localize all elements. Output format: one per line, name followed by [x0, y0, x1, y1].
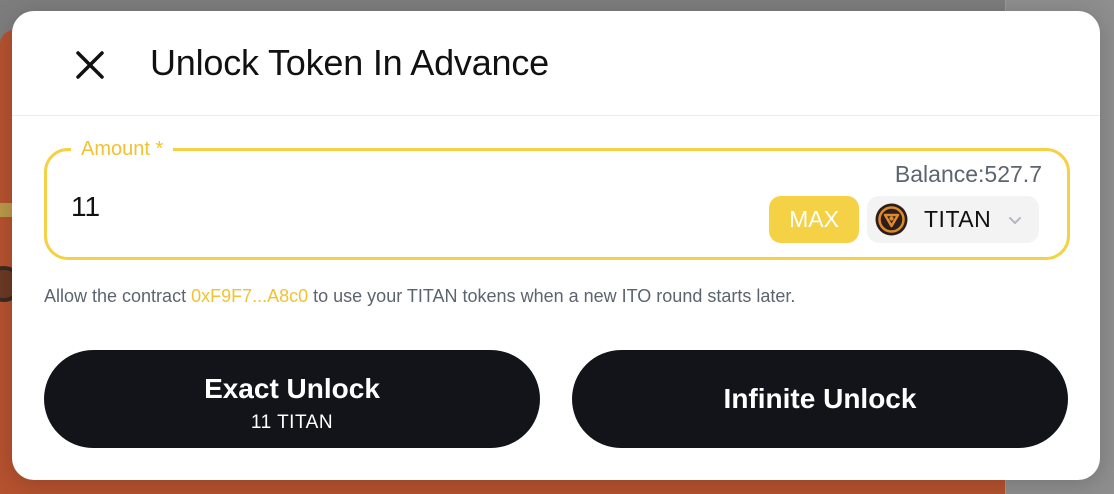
infinite-unlock-button[interactable]: Infinite Unlock [572, 350, 1068, 448]
exact-unlock-amount: 11 TITAN [250, 412, 334, 433]
background-fragment [0, 203, 12, 217]
close-button[interactable] [68, 43, 112, 87]
max-button[interactable]: MAX [769, 196, 859, 243]
description-prefix: Allow the contract [44, 286, 192, 306]
titan-token-icon [875, 203, 908, 236]
modal-header: Unlock Token In Advance [12, 11, 1100, 116]
modal-title: Unlock Token In Advance [150, 42, 549, 83]
token-select[interactable]: TITAN [867, 196, 1039, 243]
infinite-unlock-label: Infinite Unlock [723, 383, 917, 414]
amount-input[interactable] [71, 189, 671, 225]
token-symbol: TITAN [924, 206, 992, 232]
close-icon [76, 51, 104, 79]
unlock-token-modal: Unlock Token In Advance Amount * Balance… [12, 11, 1100, 480]
description-suffix: to use your TITAN tokens when a new ITO … [308, 286, 796, 306]
contract-address-link[interactable]: 0xF9F7...A8c0 [191, 286, 308, 306]
amount-field: Amount * Balance:527.7 MAX TITAN [44, 136, 1070, 260]
exact-unlock-button[interactable]: Exact Unlock 11 TITAN [44, 350, 540, 448]
amount-label: Amount * [71, 136, 174, 162]
allowance-description: Allow the contract 0xF9F7...A8c0 to use … [44, 286, 795, 307]
exact-unlock-label: Exact Unlock [204, 373, 380, 404]
balance-text: Balance:527.7 [894, 161, 1042, 187]
chevron-down-icon [1009, 217, 1021, 224]
